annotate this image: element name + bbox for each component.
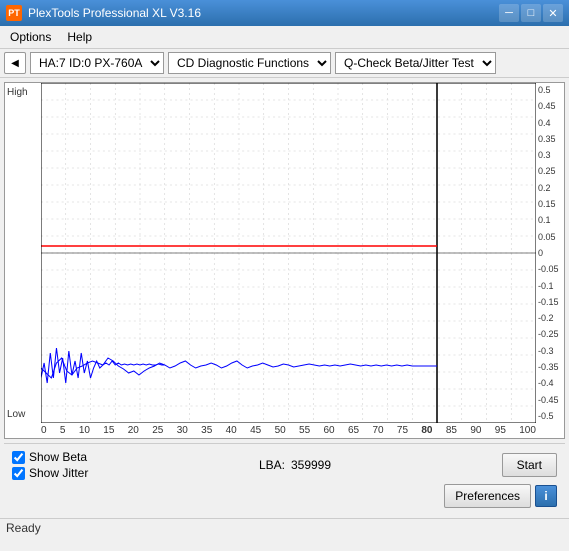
y-tick-035: 0.35 xyxy=(538,134,562,144)
lba-section: LBA: 359999 xyxy=(259,458,331,472)
show-jitter-label: Show Jitter xyxy=(29,466,88,480)
start-button[interactable]: Start xyxy=(502,453,557,477)
close-button[interactable]: ✕ xyxy=(543,4,563,22)
status-text: Ready xyxy=(6,521,41,535)
y-tick-005: 0.05 xyxy=(538,232,562,242)
y-tick-n025: -0.25 xyxy=(538,329,562,339)
checkbox-section: Show Beta Show Jitter xyxy=(12,450,88,480)
x-tick: 35 xyxy=(201,425,212,436)
chart-container: High Low xyxy=(4,82,565,439)
show-beta-label: Show Beta xyxy=(29,450,87,464)
status-bar: Ready xyxy=(0,518,569,537)
y-tick-n03: -0.3 xyxy=(538,346,562,356)
x-tick: 40 xyxy=(226,425,237,436)
y-tick-03: 0.3 xyxy=(538,150,562,160)
main-content: High Low xyxy=(0,78,569,518)
menu-bar: Options Help xyxy=(0,26,569,49)
y-tick-n035: -0.35 xyxy=(538,362,562,372)
toolbar: ◀ HA:7 ID:0 PX-760A CD Diagnostic Functi… xyxy=(0,49,569,78)
chart-svg xyxy=(41,83,536,423)
x-tick: 25 xyxy=(152,425,163,436)
y-tick-n02: -0.2 xyxy=(538,313,562,323)
x-tick: 5 xyxy=(60,425,66,436)
x-tick: 20 xyxy=(128,425,139,436)
y-tick-n01: -0.1 xyxy=(538,281,562,291)
toolbar-back-button[interactable]: ◀ xyxy=(4,52,26,74)
function-select[interactable]: CD Diagnostic Functions xyxy=(168,52,331,74)
y-tick-n015: -0.15 xyxy=(538,297,562,307)
show-jitter-checkbox[interactable] xyxy=(12,467,25,480)
show-jitter-row: Show Jitter xyxy=(12,466,88,480)
x-axis: 0 5 10 15 20 25 30 35 40 45 50 55 60 65 … xyxy=(5,423,564,438)
x-tick: 70 xyxy=(372,425,383,436)
maximize-button[interactable]: □ xyxy=(521,4,541,22)
bottom-row-2: Preferences i xyxy=(12,484,557,508)
bottom-row-1: Show Beta Show Jitter LBA: 359999 Start xyxy=(12,450,557,480)
x-tick: 75 xyxy=(397,425,408,436)
x-tick: 90 xyxy=(470,425,481,436)
bottom-panel: Show Beta Show Jitter LBA: 359999 Start … xyxy=(4,443,565,514)
y-tick-0: 0 xyxy=(538,248,562,258)
y-tick-n05: -0.5 xyxy=(538,411,562,421)
y-tick-n005: -0.05 xyxy=(538,264,562,274)
x-tick: 10 xyxy=(79,425,90,436)
menu-help[interactable]: Help xyxy=(61,28,98,46)
menu-options[interactable]: Options xyxy=(4,28,57,46)
test-select[interactable]: Q-Check Beta/Jitter Test xyxy=(335,52,496,74)
show-beta-checkbox[interactable] xyxy=(12,451,25,464)
y-tick-045: 0.45 xyxy=(538,101,562,111)
y-axis-right: 0.5 0.45 0.4 0.35 0.3 0.25 0.2 0.15 0.1 … xyxy=(536,83,564,423)
x-tick: 100 xyxy=(519,425,536,436)
x-tick: 80 xyxy=(421,425,432,436)
y-tick-04: 0.4 xyxy=(538,118,562,128)
x-tick: 30 xyxy=(177,425,188,436)
lba-value: 359999 xyxy=(291,458,331,472)
title-bar-left: PT PlexTools Professional XL V3.16 xyxy=(6,5,201,21)
title-bar: PT PlexTools Professional XL V3.16 ─ □ ✕ xyxy=(0,0,569,26)
y-tick-n045: -0.45 xyxy=(538,395,562,405)
x-tick: 65 xyxy=(348,425,359,436)
x-tick: 0 xyxy=(41,425,47,436)
right-buttons: Preferences i xyxy=(444,484,557,508)
y-label-high: High xyxy=(7,87,28,98)
drive-select[interactable]: HA:7 ID:0 PX-760A xyxy=(30,52,164,74)
chart-plot-area xyxy=(41,83,536,423)
y-label-low: Low xyxy=(7,409,25,420)
y-tick-025: 0.25 xyxy=(538,166,562,176)
x-tick: 50 xyxy=(275,425,286,436)
lba-label: LBA: xyxy=(259,458,285,472)
info-button[interactable]: i xyxy=(535,485,557,507)
y-tick-02: 0.2 xyxy=(538,183,562,193)
x-tick: 15 xyxy=(103,425,114,436)
y-tick-015: 0.15 xyxy=(538,199,562,209)
x-tick: 55 xyxy=(299,425,310,436)
window-controls: ─ □ ✕ xyxy=(499,4,563,22)
x-tick: 45 xyxy=(250,425,261,436)
show-beta-row: Show Beta xyxy=(12,450,88,464)
y-tick-n04: -0.4 xyxy=(538,378,562,388)
preferences-button[interactable]: Preferences xyxy=(444,484,531,508)
minimize-button[interactable]: ─ xyxy=(499,4,519,22)
x-tick: 60 xyxy=(324,425,335,436)
x-tick: 95 xyxy=(495,425,506,436)
x-tick: 85 xyxy=(446,425,457,436)
app-title: PlexTools Professional XL V3.16 xyxy=(28,6,201,20)
app-icon: PT xyxy=(6,5,22,21)
y-tick-05: 0.5 xyxy=(538,85,562,95)
y-tick-01: 0.1 xyxy=(538,215,562,225)
